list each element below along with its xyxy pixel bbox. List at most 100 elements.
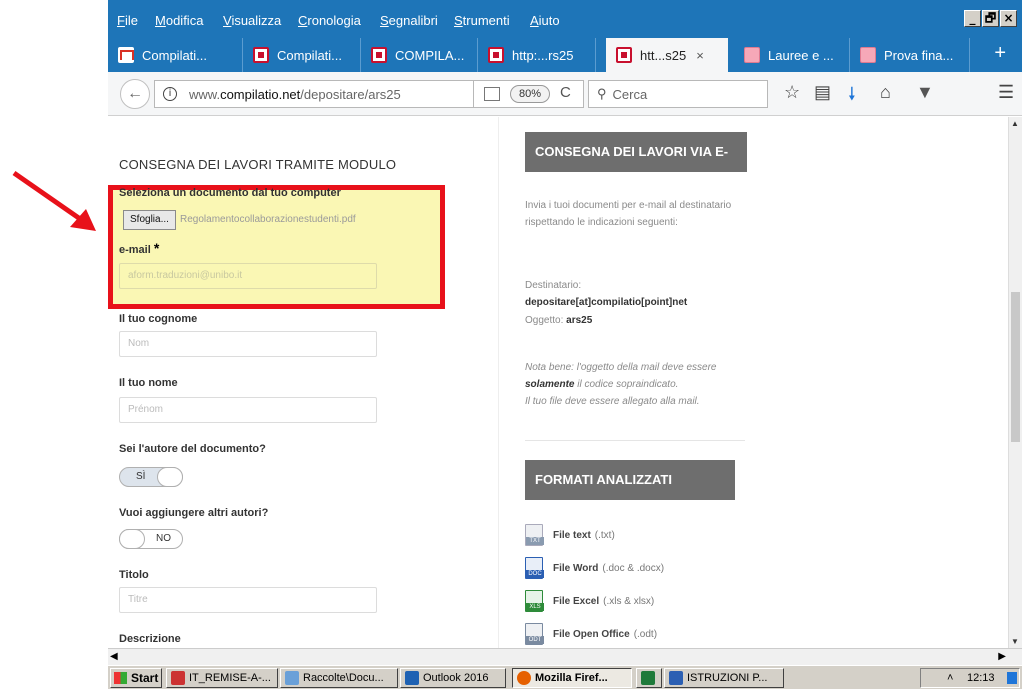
menu-strumenti[interactable]: Strumenti <box>454 13 510 28</box>
surname-field[interactable]: Nom <box>119 331 377 357</box>
page-icon <box>860 47 876 63</box>
odt-file-icon: ODT <box>525 623 544 645</box>
txt-file-icon: TXT <box>525 524 544 546</box>
menu-aiuto[interactable]: Aiuto <box>530 13 560 28</box>
menu-segnalibri[interactable]: Segnalibri <box>380 13 438 28</box>
vertical-scrollbar[interactable]: ▲ ▼ <box>1008 117 1022 648</box>
close-tab-icon[interactable]: × <box>696 48 704 63</box>
coauthors-toggle[interactable]: NO <box>119 529 183 549</box>
tab-3[interactable]: COMPILA... <box>361 38 478 72</box>
close-window-button[interactable]: × <box>1000 10 1017 27</box>
note-text: Nota bene: l'oggetto della mail deve ess… <box>525 362 717 407</box>
scroll-thumb[interactable] <box>1011 292 1020 442</box>
author-toggle[interactable]: SÌ <box>119 467 183 487</box>
tab-7[interactable]: Prova fina... <box>850 38 970 72</box>
format-item: ODT File Open Office (.odt) <box>525 619 657 648</box>
info-icon[interactable]: i <box>163 87 177 101</box>
taskbar-item-outlook[interactable]: Outlook 2016 <box>400 668 506 688</box>
page-content: CONSEGNA DEI LAVORI TRAMITE MODULO Selez… <box>108 117 1008 648</box>
pocket-icon[interactable]: ▼ <box>916 82 934 103</box>
url-bar[interactable]: i www. compilatio.net/depositare/ars25 <box>154 80 474 108</box>
screenshot-root: File Modifica Visualizza Cronologia Segn… <box>0 0 1022 689</box>
format-item: XLS File Excel (.xls & xlsx) <box>525 586 654 616</box>
url-domain: compilatio.net <box>220 86 301 102</box>
form-title: CONSEGNA DEI LAVORI TRAMITE MODULO <box>119 157 397 172</box>
name-field[interactable]: Prénom <box>119 397 377 423</box>
menu-file[interactable]: File <box>117 13 138 28</box>
taskbar-item-excel[interactable] <box>636 668 662 688</box>
gmail-icon <box>118 47 134 63</box>
menu-icon[interactable]: ☰ <box>998 82 1014 103</box>
toggle-knob <box>157 467 183 487</box>
title-field[interactable]: Titre <box>119 587 377 613</box>
format-item: TXT File text (.txt) <box>525 520 615 550</box>
scroll-right-icon[interactable]: ▶ <box>998 651 1006 662</box>
word-file-icon: DOC <box>525 557 544 579</box>
recipient-address: depositare[at]compilatio[point]net <box>525 297 688 308</box>
download-icon[interactable]: 🠗 <box>848 82 856 112</box>
coauthors-toggle-label: NO <box>156 533 171 544</box>
file-label: Seleziona un documento dal tuo computer <box>119 187 341 199</box>
menu-bar: File Modifica Visualizza Cronologia Segn… <box>108 0 1022 35</box>
scroll-up-icon[interactable]: ▲ <box>1011 119 1019 128</box>
system-tray: ˄ 12:13 <box>920 668 1020 688</box>
minimize-button[interactable]: _ <box>964 10 981 27</box>
email-box-title: CONSEGNA DEI LAVORI VIA E-MAIL <box>525 132 747 199</box>
menu-cronologia[interactable]: Cronologia <box>298 13 361 28</box>
excel-icon <box>641 671 655 685</box>
compilatio-icon <box>371 47 387 63</box>
scroll-left-icon[interactable]: ◀ <box>110 651 118 662</box>
url-bar-controls: 80% C <box>474 80 584 108</box>
browse-button[interactable]: Sfoglia... <box>123 210 176 230</box>
selected-file-name: Regolamentocollaborazionestudenti.pdf <box>180 214 356 225</box>
name-label: Il tuo nome <box>119 377 178 389</box>
subject-line: Oggetto: ars25 <box>525 315 593 326</box>
search-input[interactable]: ⚲ Cerca <box>588 80 768 108</box>
surname-label: Il tuo cognome <box>119 313 198 325</box>
zoom-indicator[interactable]: 80% <box>510 85 551 103</box>
red-arrow-annotation <box>12 170 96 231</box>
tab-2[interactable]: Compilati... <box>243 38 361 72</box>
search-icon: ⚲ <box>597 86 607 101</box>
horizontal-scrollbar[interactable]: ◀ ▶ <box>108 648 1022 665</box>
tray-arrow-icon[interactable]: ˄ <box>947 669 953 687</box>
restore-button[interactable]: 🗗 <box>982 10 999 27</box>
url-prefix: www. <box>189 86 221 102</box>
browser-window: File Modifica Visualizza Cronologia Segn… <box>108 0 1022 665</box>
navigation-bar: ← i www. compilatio.net/depositare/ars25 … <box>108 72 1022 116</box>
menu-visualizza[interactable]: Visualizza <box>223 13 281 28</box>
menu-modifica[interactable]: Modifica <box>155 13 203 28</box>
pdf-icon <box>171 671 185 685</box>
reading-list-icon[interactable]: ▤ <box>814 82 831 103</box>
scroll-down-icon[interactable]: ▼ <box>1011 637 1019 646</box>
taskbar-item-explorer[interactable]: Raccolte\Docu... <box>280 668 398 688</box>
taskbar-item-pdf[interactable]: IT_REMISE-A-... <box>166 668 278 688</box>
new-tab-button[interactable]: + <box>994 38 1006 68</box>
formats-title: FORMATI ANALIZZATI <box>525 460 735 500</box>
start-button[interactable]: Start <box>110 668 162 688</box>
firefox-icon <box>517 671 531 685</box>
tab-1[interactable]: Compilati... <box>108 38 243 72</box>
compilatio-icon <box>253 47 269 63</box>
coauthors-label: Vuoi aggiungere altri autori? <box>119 507 269 519</box>
star-icon[interactable]: ☆ <box>784 82 800 103</box>
home-icon[interactable]: ⌂ <box>880 82 891 103</box>
word-icon <box>669 671 683 685</box>
reader-view-icon[interactable] <box>484 87 500 101</box>
windows-logo-icon <box>114 672 127 684</box>
email-field[interactable]: aform.traduzioni@unibo.it <box>119 263 377 289</box>
description-label: Descrizione <box>119 633 181 645</box>
taskbar-item-word[interactable]: ISTRUZIONI P... <box>664 668 784 688</box>
taskbar-item-firefox[interactable]: Mozilla Firef... <box>512 668 632 688</box>
reload-icon[interactable]: C <box>560 84 571 101</box>
tray-app-icon[interactable] <box>1007 672 1017 684</box>
title-label: Titolo <box>119 569 149 581</box>
tab-4[interactable]: http:...rs25 <box>478 38 596 72</box>
tab-6[interactable]: Lauree e ... <box>734 38 850 72</box>
compilatio-icon <box>616 47 632 63</box>
taskbar: Start IT_REMISE-A-... Raccolte\Docu... O… <box>108 665 1022 689</box>
tab-5-active[interactable]: htt...s25 × <box>606 38 728 72</box>
back-button[interactable]: ← <box>120 79 150 109</box>
email-intro: Invia i tuoi documenti per e-mail al des… <box>525 200 732 228</box>
tab-bar: Compilati... Compilati... COMPILA... htt… <box>108 35 1022 72</box>
